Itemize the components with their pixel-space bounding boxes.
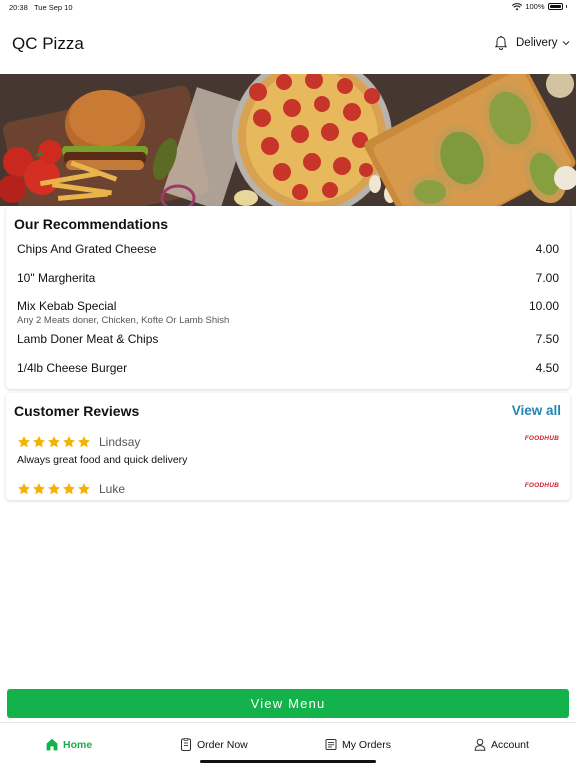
menu-item-price: 4.50 <box>535 361 559 375</box>
menu-item-price: 4.00 <box>535 242 559 256</box>
reviewer-name: Lindsay <box>99 435 141 449</box>
hero-banner-image <box>0 74 576 206</box>
review-item: Lindsay Always great food and quick deli… <box>17 435 559 466</box>
menu-item[interactable]: Mix Kebab Special 10.00 Any 2 Meats done… <box>17 299 559 326</box>
tab-label: Home <box>63 738 93 751</box>
tab-label: Order Now <box>197 738 248 751</box>
recommendations-title: Our Recommendations <box>14 216 169 232</box>
status-time: 20:38 <box>9 3 28 12</box>
star-icon <box>48 436 60 448</box>
recommendations-card: Our Recommendations Chips And Grated Che… <box>6 206 570 389</box>
star-rating <box>17 482 91 496</box>
wifi-icon <box>512 2 523 10</box>
reviews-card: Customer Reviews View all Lindsay Always… <box>6 393 570 500</box>
star-icon <box>33 483 45 495</box>
tab-label: My Orders <box>342 738 392 751</box>
menu-item-price: 7.00 <box>535 271 559 285</box>
reviewer-name: Luke <box>99 482 126 496</box>
home-indicator <box>200 760 376 763</box>
bell-icon[interactable] <box>493 35 509 51</box>
restaurant-title: QC Pizza <box>12 34 84 53</box>
menu-item-name: 1/4lb Cheese Burger <box>17 361 128 375</box>
star-icon <box>63 436 75 448</box>
star-icon <box>63 483 75 495</box>
view-menu-button[interactable]: View Menu <box>7 689 569 718</box>
tab-label: Account <box>491 738 529 751</box>
app-header: QC Pizza Delivery <box>0 14 576 74</box>
tab-home[interactable]: Home <box>46 738 92 751</box>
star-rating <box>17 435 91 449</box>
review-item: Luke FOODHUB <box>17 482 559 496</box>
account-icon <box>474 738 486 751</box>
foodhub-logo: FOODHUB <box>524 435 559 442</box>
menu-item[interactable]: Lamb Doner Meat & Chips 7.50 <box>17 332 559 346</box>
home-icon <box>46 738 58 751</box>
star-icon <box>78 436 90 448</box>
star-icon <box>48 483 60 495</box>
status-right: 100% <box>512 2 567 11</box>
menu-item[interactable]: 10" Margherita 7.00 <box>17 271 559 285</box>
orders-list-icon <box>325 739 337 750</box>
menu-item-name: Chips And Grated Cheese <box>17 242 157 256</box>
menu-item-name: Mix Kebab Special <box>17 299 117 313</box>
order-icon <box>181 738 191 751</box>
food-banner-illustration <box>0 74 576 206</box>
chevron-down-icon <box>562 41 569 46</box>
menu-item-description: Any 2 Meats doner, Chicken, Kofte Or Lam… <box>17 315 230 326</box>
menu-item-price: 10.00 <box>528 299 559 313</box>
battery-percent: 100% <box>525 2 545 11</box>
menu-item[interactable]: Chips And Grated Cheese 4.00 <box>17 242 559 256</box>
menu-item-price: 7.50 <box>535 332 559 346</box>
star-icon <box>78 483 90 495</box>
tab-my-orders[interactable]: My Orders <box>325 738 391 751</box>
tab-order-now[interactable]: Order Now <box>180 738 248 751</box>
menu-item-name: Lamb Doner Meat & Chips <box>17 332 159 346</box>
review-text: Always great food and quick delivery <box>17 454 188 466</box>
menu-item-name: 10" Margherita <box>17 271 96 285</box>
view-all-reviews-link[interactable]: View all <box>512 403 561 418</box>
delivery-selector[interactable]: Delivery <box>516 37 570 49</box>
menu-item[interactable]: 1/4lb Cheese Burger 4.50 <box>17 361 559 375</box>
battery-icon <box>547 3 563 10</box>
status-date: Tue Sep 10 <box>34 3 73 12</box>
battery-tip <box>565 5 567 8</box>
delivery-label: Delivery <box>516 37 558 49</box>
status-bar: 20:38 Tue Sep 10 100% <box>0 0 576 14</box>
reviews-title: Customer Reviews <box>14 403 140 419</box>
star-icon <box>18 483 30 495</box>
star-icon <box>18 436 30 448</box>
foodhub-logo: FOODHUB <box>524 482 559 489</box>
star-icon <box>33 436 45 448</box>
tab-account[interactable]: Account <box>474 738 529 751</box>
